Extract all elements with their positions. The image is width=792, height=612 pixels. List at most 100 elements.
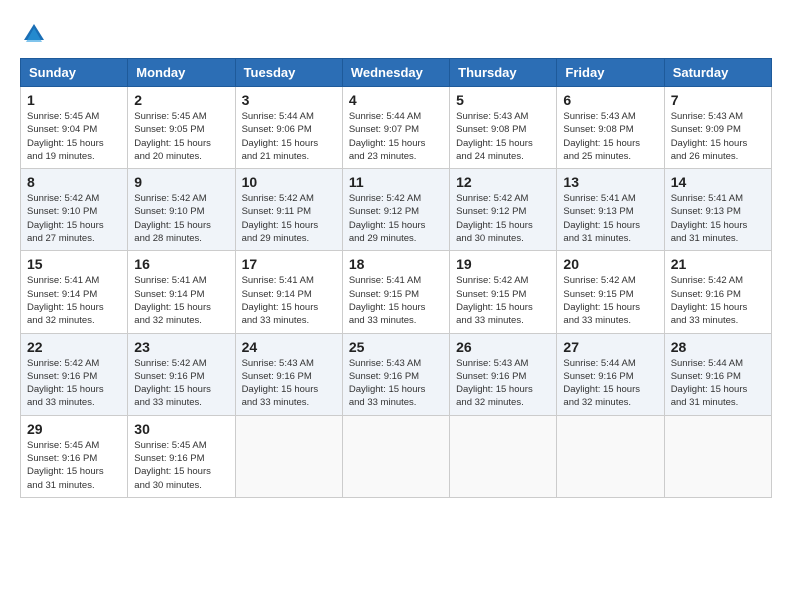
calendar-cell: 25Sunrise: 5:43 AM Sunset: 9:16 PM Dayli… [342, 333, 449, 415]
day-info: Sunrise: 5:42 AM Sunset: 9:15 PM Dayligh… [563, 274, 657, 327]
day-header-thursday: Thursday [450, 59, 557, 87]
day-number: 14 [671, 174, 765, 190]
calendar-week-row: 1 Sunrise: 5:45 AM Sunset: 9:04 PM Daylig… [21, 87, 772, 169]
calendar-cell: 2Sunrise: 5:45 AM Sunset: 9:05 PM Daylig… [128, 87, 235, 169]
day-info: Sunrise: 5:43 AM Sunset: 9:08 PM Dayligh… [456, 110, 550, 163]
calendar-table: SundayMondayTuesdayWednesdayThursdayFrid… [20, 58, 772, 498]
calendar-cell: 17 Sunrise: 5:41 AM Sunset: 9:14 PM Dayli… [235, 251, 342, 333]
calendar-cell: 26 Sunrise: 5:43 AM Sunset: 9:16 PM Dayli… [450, 333, 557, 415]
day-header-monday: Monday [128, 59, 235, 87]
day-info: Sunrise: 5:43 AM Sunset: 9:08 PM Dayligh… [563, 110, 657, 163]
day-header-tuesday: Tuesday [235, 59, 342, 87]
day-number: 6 [563, 92, 657, 108]
day-info: Sunrise: 5:42 AM Sunset: 9:16 PM Dayligh… [134, 357, 228, 410]
day-info: Sunrise: 5:42 AM Sunset: 9:10 PM Dayligh… [134, 192, 228, 245]
calendar-cell: 3 Sunrise: 5:44 AM Sunset: 9:06 PM Daylig… [235, 87, 342, 169]
day-number: 1 [27, 92, 121, 108]
day-number: 28 [671, 339, 765, 355]
day-info: Sunrise: 5:43 AM Sunset: 9:09 PM Dayligh… [671, 110, 765, 163]
calendar-cell: 27 Sunrise: 5:44 AM Sunset: 9:16 PM Dayli… [557, 333, 664, 415]
day-info: Sunrise: 5:41 AM Sunset: 9:13 PM Dayligh… [671, 192, 765, 245]
logo-icon [20, 20, 48, 48]
calendar-cell [235, 415, 342, 497]
calendar-week-row: 8 Sunrise: 5:42 AM Sunset: 9:10 PM Daylig… [21, 169, 772, 251]
day-info: Sunrise: 5:45 AM Sunset: 9:16 PM Dayligh… [27, 439, 121, 492]
day-number: 2 [134, 92, 228, 108]
day-info: Sunrise: 5:41 AM Sunset: 9:15 PM Dayligh… [349, 274, 443, 327]
logo [20, 20, 52, 48]
day-info: Sunrise: 5:41 AM Sunset: 9:14 PM Dayligh… [134, 274, 228, 327]
day-header-sunday: Sunday [21, 59, 128, 87]
day-number: 4 [349, 92, 443, 108]
day-info: Sunrise: 5:45 AM Sunset: 9:16 PM Dayligh… [134, 439, 228, 492]
calendar-header-row: SundayMondayTuesdayWednesdayThursdayFrid… [21, 59, 772, 87]
calendar-cell: 16 Sunrise: 5:41 AM Sunset: 9:14 PM Dayli… [128, 251, 235, 333]
day-number: 21 [671, 256, 765, 272]
calendar-cell [664, 415, 771, 497]
calendar-week-row: 15 Sunrise: 5:41 AM Sunset: 9:14 PM Dayli… [21, 251, 772, 333]
calendar-cell: 30 Sunrise: 5:45 AM Sunset: 9:16 PM Dayli… [128, 415, 235, 497]
calendar-cell: 20 Sunrise: 5:42 AM Sunset: 9:15 PM Dayli… [557, 251, 664, 333]
calendar-cell: 14 Sunrise: 5:41 AM Sunset: 9:13 PM Dayli… [664, 169, 771, 251]
day-number: 3 [242, 92, 336, 108]
calendar-cell: 9 Sunrise: 5:42 AM Sunset: 9:10 PM Daylig… [128, 169, 235, 251]
calendar-cell: 28 Sunrise: 5:44 AM Sunset: 9:16 PM Dayli… [664, 333, 771, 415]
day-number: 18 [349, 256, 443, 272]
day-number: 9 [134, 174, 228, 190]
calendar-cell: 4 Sunrise: 5:44 AM Sunset: 9:07 PM Daylig… [342, 87, 449, 169]
day-info: Sunrise: 5:44 AM Sunset: 9:16 PM Dayligh… [563, 357, 657, 410]
day-number: 12 [456, 174, 550, 190]
day-number: 20 [563, 256, 657, 272]
calendar-cell: 24 Sunrise: 5:43 AM Sunset: 9:16 PM Dayli… [235, 333, 342, 415]
day-header-friday: Friday [557, 59, 664, 87]
day-number: 5 [456, 92, 550, 108]
calendar-cell [342, 415, 449, 497]
calendar-week-row: 22Sunrise: 5:42 AM Sunset: 9:16 PM Dayli… [21, 333, 772, 415]
day-info: Sunrise: 5:45 AM Sunset: 9:04 PM Dayligh… [27, 110, 121, 163]
day-number: 17 [242, 256, 336, 272]
day-number: 30 [134, 421, 228, 437]
day-info: Sunrise: 5:42 AM Sunset: 9:11 PM Dayligh… [242, 192, 336, 245]
day-info: Sunrise: 5:42 AM Sunset: 9:15 PM Dayligh… [456, 274, 550, 327]
day-header-saturday: Saturday [664, 59, 771, 87]
calendar-cell: 13 Sunrise: 5:41 AM Sunset: 9:13 PM Dayli… [557, 169, 664, 251]
calendar-cell [450, 415, 557, 497]
day-number: 16 [134, 256, 228, 272]
calendar-cell: 1 Sunrise: 5:45 AM Sunset: 9:04 PM Daylig… [21, 87, 128, 169]
day-number: 24 [242, 339, 336, 355]
day-header-wednesday: Wednesday [342, 59, 449, 87]
day-info: Sunrise: 5:44 AM Sunset: 9:06 PM Dayligh… [242, 110, 336, 163]
calendar-week-row: 29 Sunrise: 5:45 AM Sunset: 9:16 PM Dayli… [21, 415, 772, 497]
day-info: Sunrise: 5:41 AM Sunset: 9:13 PM Dayligh… [563, 192, 657, 245]
calendar-cell: 12 Sunrise: 5:42 AM Sunset: 9:12 PM Dayli… [450, 169, 557, 251]
calendar-cell: 21 Sunrise: 5:42 AM Sunset: 9:16 PM Dayli… [664, 251, 771, 333]
calendar-cell [557, 415, 664, 497]
day-number: 29 [27, 421, 121, 437]
day-info: Sunrise: 5:42 AM Sunset: 9:16 PM Dayligh… [671, 274, 765, 327]
page-header [20, 20, 772, 48]
day-info: Sunrise: 5:42 AM Sunset: 9:16 PM Dayligh… [27, 357, 121, 410]
calendar-cell: 5 Sunrise: 5:43 AM Sunset: 9:08 PM Daylig… [450, 87, 557, 169]
day-info: Sunrise: 5:43 AM Sunset: 9:16 PM Dayligh… [242, 357, 336, 410]
day-info: Sunrise: 5:41 AM Sunset: 9:14 PM Dayligh… [242, 274, 336, 327]
day-info: Sunrise: 5:44 AM Sunset: 9:07 PM Dayligh… [349, 110, 443, 163]
calendar-cell: 22Sunrise: 5:42 AM Sunset: 9:16 PM Dayli… [21, 333, 128, 415]
day-info: Sunrise: 5:43 AM Sunset: 9:16 PM Dayligh… [349, 357, 443, 410]
calendar-cell: 29 Sunrise: 5:45 AM Sunset: 9:16 PM Dayli… [21, 415, 128, 497]
day-number: 26 [456, 339, 550, 355]
calendar-cell: 7 Sunrise: 5:43 AM Sunset: 9:09 PM Daylig… [664, 87, 771, 169]
day-number: 27 [563, 339, 657, 355]
day-number: 19 [456, 256, 550, 272]
day-info: Sunrise: 5:42 AM Sunset: 9:12 PM Dayligh… [456, 192, 550, 245]
calendar-cell: 8Sunrise: 5:42 AM Sunset: 9:10 PM Daylig… [21, 169, 128, 251]
day-number: 23 [134, 339, 228, 355]
day-info: Sunrise: 5:41 AM Sunset: 9:14 PM Dayligh… [27, 274, 121, 327]
day-number: 7 [671, 92, 765, 108]
day-info: Sunrise: 5:44 AM Sunset: 9:16 PM Dayligh… [671, 357, 765, 410]
day-number: 13 [563, 174, 657, 190]
day-info: Sunrise: 5:43 AM Sunset: 9:16 PM Dayligh… [456, 357, 550, 410]
day-number: 15 [27, 256, 121, 272]
calendar-cell: 23 Sunrise: 5:42 AM Sunset: 9:16 PM Dayli… [128, 333, 235, 415]
calendar-cell: 19 Sunrise: 5:42 AM Sunset: 9:15 PM Dayli… [450, 251, 557, 333]
day-number: 8 [27, 174, 121, 190]
